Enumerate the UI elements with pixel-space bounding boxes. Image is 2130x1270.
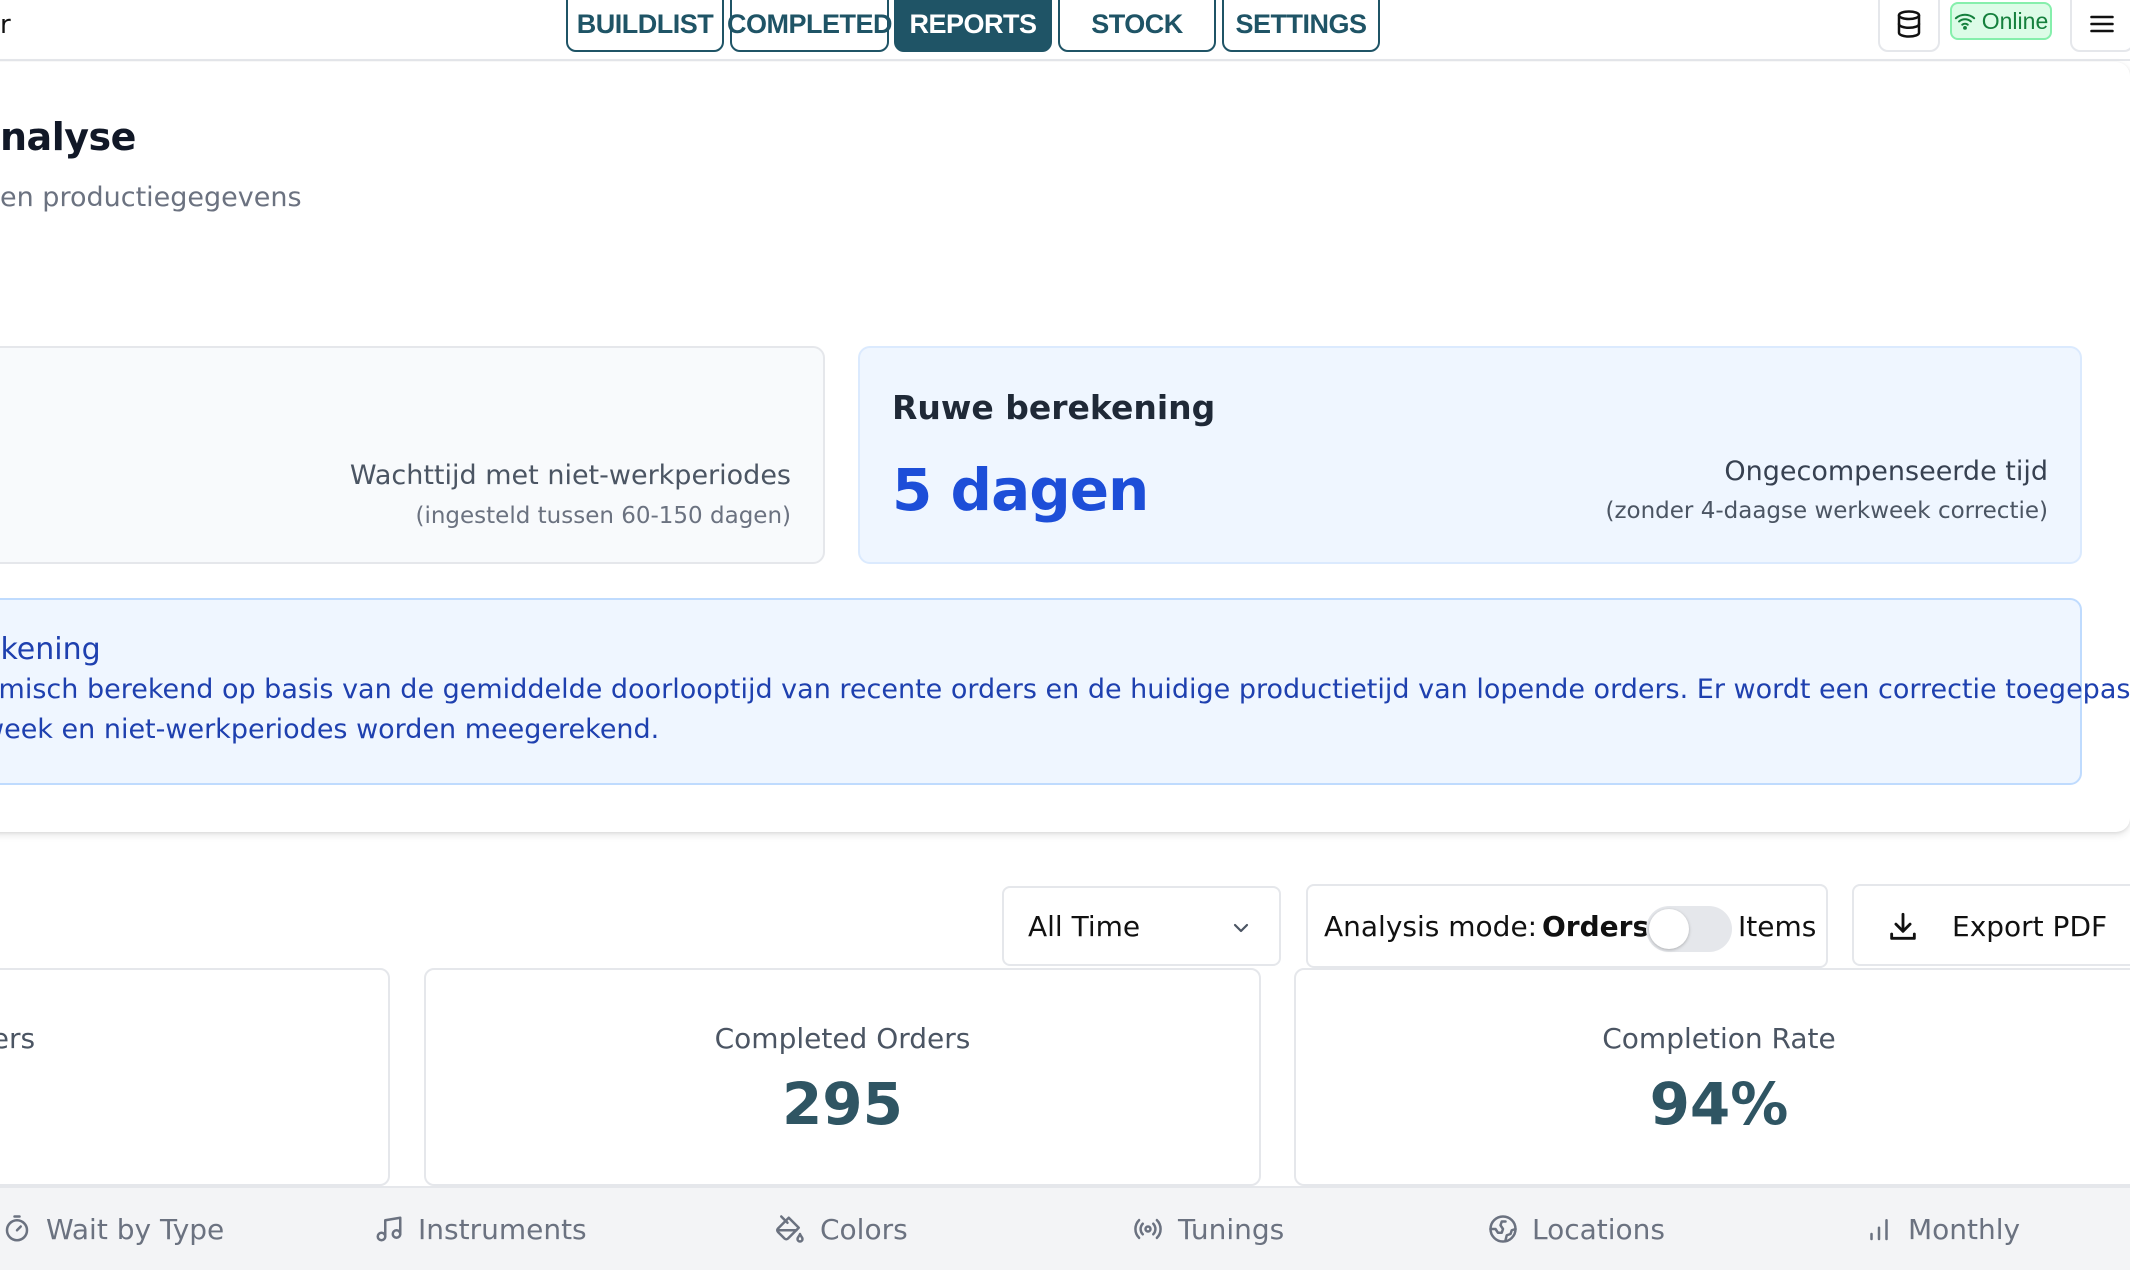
- hamburger-menu-icon: [2090, 15, 2114, 33]
- analysis-mode-label: Analysis mode:: [1324, 910, 1538, 943]
- info-text-line-2: week en niet-werkperiodes worden meegere…: [0, 714, 660, 745]
- wait-time-note: (ingesteld tussen 60-150 dagen): [415, 503, 791, 529]
- timer-icon: [5, 1215, 29, 1242]
- app-title: r: [0, 10, 11, 40]
- tab-stock[interactable]: STOCK: [1058, 0, 1216, 52]
- tab-colors[interactable]: Colors: [774, 1188, 908, 1270]
- info-text-line-1: amisch berekend op basis van de gemiddel…: [0, 674, 2130, 705]
- raw-calculation-description: Ongecompenseerde tijd: [1724, 456, 2048, 487]
- raw-calculation-value: 5 dagen: [892, 456, 1149, 524]
- stat-value: 3: [0, 1070, 366, 1138]
- total-orders-card: ders 3: [0, 968, 390, 1186]
- tab-locations[interactable]: Locations: [1488, 1188, 1665, 1270]
- info-title: ekening: [0, 632, 101, 667]
- analysis-mode-toggle[interactable]: [1646, 906, 1732, 952]
- paint-bucket-icon: [776, 1215, 804, 1243]
- tab-instruments[interactable]: Instruments: [374, 1188, 587, 1270]
- stat-value: 94%: [1649, 1070, 1789, 1138]
- music-note-icon: [376, 1216, 402, 1242]
- database-button[interactable]: [1878, 0, 1940, 52]
- download-icon: [1890, 912, 1916, 940]
- tab-monthly[interactable]: Monthly: [1864, 1188, 2020, 1270]
- stat-label: Completed Orders: [714, 1022, 971, 1055]
- analysis-mode-orders: Orders: [1542, 910, 1650, 943]
- tab-label: Locations: [1532, 1212, 1666, 1246]
- wait-time-card: Wachttijd met niet-werkperiodes (ingeste…: [0, 346, 825, 564]
- wait-time-description: Wachttijd met niet-werkperiodes: [349, 460, 791, 491]
- stat-label: ders: [0, 1022, 36, 1055]
- completion-rate-card: Completion Rate 94%: [1294, 968, 2130, 1186]
- tab-label: Monthly: [1908, 1212, 2021, 1246]
- tab-label: Wait by Type: [46, 1212, 225, 1246]
- raw-calculation-card: Ruwe berekening 5 dagen Ongecompenseerde…: [858, 346, 2082, 564]
- period-select[interactable]: All Time: [1002, 886, 1281, 966]
- export-pdf-label: Export PDF: [1952, 910, 2108, 943]
- toggle-knob: [1649, 909, 1689, 949]
- analysis-mode-items: Items: [1738, 910, 1817, 943]
- tab-settings[interactable]: SETTINGS: [1222, 0, 1380, 52]
- report-tab-bar: Wait by Type Instruments Colors Tunings …: [0, 1186, 2130, 1270]
- wifi-icon: [1954, 13, 1975, 30]
- stat-label: Completion Rate: [1602, 1022, 1836, 1055]
- top-navigation: r BUILDLIST COMPLETED REPORTS STOCK SETT…: [0, 0, 2130, 61]
- export-pdf-button[interactable]: Export PDF: [1852, 884, 2130, 966]
- tab-wait-by-type[interactable]: Wait by Type: [2, 1188, 224, 1270]
- connection-status-badge: Online: [1950, 2, 2052, 40]
- radio-signal-icon: [1134, 1218, 1162, 1240]
- menu-button[interactable]: [2070, 0, 2130, 52]
- tab-tunings[interactable]: Tunings: [1132, 1188, 1284, 1270]
- globe-icon: [1489, 1215, 1517, 1243]
- analysis-mode-control: Analysis mode: Orders Items: [1306, 884, 1828, 968]
- tab-reports[interactable]: REPORTS: [894, 0, 1052, 52]
- tab-label: Tunings: [1178, 1212, 1285, 1246]
- completed-orders-card: Completed Orders 295: [424, 968, 1261, 1186]
- tab-label: Instruments: [418, 1212, 587, 1246]
- raw-calculation-note: (zonder 4-daagse werkweek correctie): [1605, 498, 2048, 524]
- tab-buildlist[interactable]: BUILDLIST: [566, 0, 724, 52]
- database-icon: [1897, 10, 1921, 38]
- raw-calculation-title: Ruwe berekening: [892, 388, 1216, 427]
- chevron-down-icon: [1233, 923, 1249, 933]
- stat-value: 295: [781, 1070, 904, 1138]
- tab-label: Colors: [820, 1212, 908, 1246]
- page-subtitle: en productiegegevens: [0, 182, 302, 213]
- period-select-value: All Time: [1028, 909, 1141, 943]
- tab-completed[interactable]: COMPLETED: [727, 0, 893, 52]
- bar-chart-icon: [1870, 1219, 1888, 1241]
- status-label: Online: [1981, 7, 2049, 34]
- calculation-info-box: ekening amisch berekend op basis van de …: [0, 598, 2130, 785]
- page-title: nalyse: [0, 115, 136, 159]
